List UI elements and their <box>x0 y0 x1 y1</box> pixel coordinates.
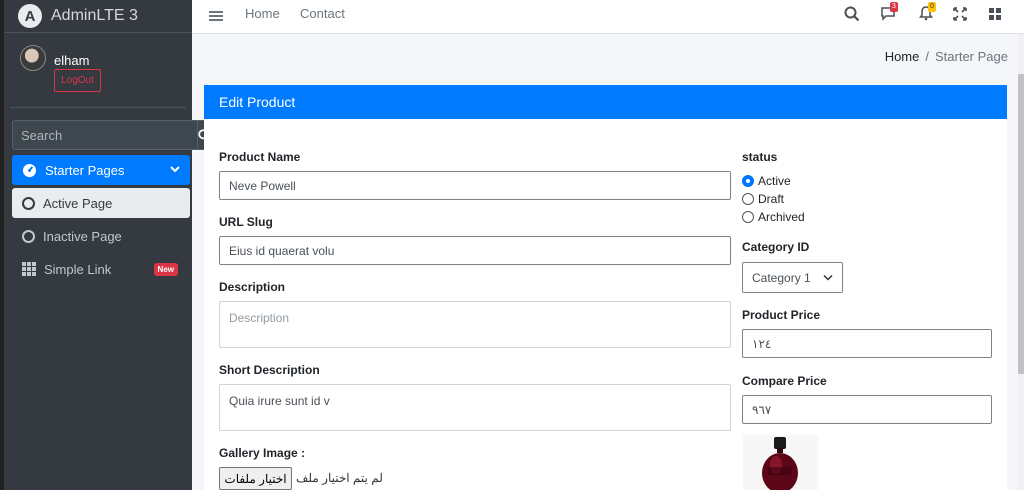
url-slug-input[interactable]: Eius id quaerat volu <box>219 236 731 265</box>
logout-button[interactable]: LogOut <box>54 69 101 92</box>
product-name-input[interactable]: Neve Powell <box>219 171 731 200</box>
user-name[interactable]: elham <box>54 53 89 68</box>
radio-label: Active <box>758 174 791 188</box>
category-select[interactable]: Category 1 <box>742 262 843 293</box>
compare-price-value: ٩٦٧ <box>752 402 772 417</box>
description-label: Description <box>219 280 286 294</box>
short-description-value: Quia irure sunt id v <box>229 394 330 408</box>
control-sidebar-icon[interactable] <box>986 5 1004 23</box>
choose-files-button[interactable]: اختيار ملفات <box>219 467 292 490</box>
breadcrumb-home[interactable]: Home <box>885 49 920 64</box>
product-name-value: Neve Powell <box>229 178 296 193</box>
sidebar-item-label: Active Page <box>43 195 113 211</box>
hamburger-menu-icon[interactable] <box>209 9 223 23</box>
chevron-down-icon <box>170 166 180 173</box>
circle-icon <box>22 196 35 210</box>
sidebar-item-label: Simple Link <box>44 261 112 277</box>
status-radio-archived[interactable]: Archived <box>742 210 805 224</box>
messages-badge: 3 <box>890 2 898 12</box>
product-name-label: Product Name <box>219 150 301 164</box>
brand-logo: A <box>18 4 42 28</box>
main-sidebar: A AdminLTE 3 elham LogOut Starter Pages … <box>0 0 212 490</box>
circle-icon <box>22 229 35 243</box>
category-id-label: Category ID <box>742 240 810 254</box>
sidebar-item-starter-pages[interactable]: Starter Pages <box>12 155 190 185</box>
search-icon[interactable] <box>843 5 861 23</box>
sidebar-item-label: Starter Pages <box>45 162 125 178</box>
breadcrumb: Home / Starter Page <box>885 49 1008 64</box>
top-navbar: Home Contact 3 0 <box>192 0 1024 34</box>
radio[interactable] <box>742 193 754 205</box>
nav-link-home[interactable]: Home <box>245 6 280 21</box>
sidebar-item-simple-link[interactable]: Simple Link New <box>12 254 190 284</box>
compare-price-input[interactable]: ٩٦٧ <box>742 395 992 424</box>
search-input[interactable] <box>12 120 197 150</box>
page-scrollbar[interactable] <box>1018 34 1024 490</box>
user-panel: elham LogOut <box>10 33 186 108</box>
notifications-dropdown[interactable]: 0 <box>918 2 936 23</box>
url-slug-label: URL Slug <box>219 215 273 229</box>
product-price-value: ١٢٤ <box>752 336 772 351</box>
breadcrumb-current: Starter Page <box>935 49 1008 64</box>
brand-name: AdminLTE 3 <box>51 7 138 24</box>
product-price-label: Product Price <box>742 308 821 322</box>
new-badge: New <box>153 263 178 276</box>
chevron-down-icon <box>823 274 833 281</box>
status-radio-draft[interactable]: Draft <box>742 192 784 206</box>
gallery-image-label: Gallery Image : <box>219 446 306 460</box>
brand-link[interactable]: A AdminLTE 3 <box>4 0 192 33</box>
dashboard-icon <box>22 163 37 177</box>
nav-link-contact[interactable]: Contact <box>300 6 345 21</box>
compare-price-label: Compare Price <box>742 374 827 388</box>
card-title: Edit Product <box>204 85 1007 119</box>
avatar <box>20 45 46 71</box>
sidebar-item-active-page[interactable]: Active Page <box>12 188 190 218</box>
product-price-input[interactable]: ١٢٤ <box>742 329 992 358</box>
radio[interactable] <box>742 211 754 223</box>
product-image <box>743 435 818 490</box>
scrollbar-thumb[interactable] <box>1018 74 1024 374</box>
sidebar-search <box>12 120 212 150</box>
sidebar-item-label: Inactive Page <box>43 228 122 244</box>
notifications-badge: 0 <box>928 2 936 12</box>
radio-checked[interactable] <box>742 175 754 187</box>
file-status-text: لم يتم اختيار ملف <box>296 471 383 485</box>
grid-icon <box>22 262 36 276</box>
status-label: status <box>742 150 778 164</box>
breadcrumb-separator: / <box>925 49 929 64</box>
radio-label: Archived <box>758 210 805 224</box>
description-textarea[interactable]: Description <box>219 301 731 348</box>
radio-label: Draft <box>758 192 785 206</box>
url-slug-value: Eius id quaerat volu <box>229 243 335 258</box>
description-placeholder: Description <box>229 311 290 325</box>
status-radio-active[interactable]: Active <box>742 174 791 188</box>
short-description-textarea[interactable]: Quia irure sunt id v <box>219 384 731 431</box>
short-description-label: Short Description <box>219 363 320 377</box>
sidebar-item-inactive-page[interactable]: Inactive Page <box>12 221 190 251</box>
messages-dropdown[interactable]: 3 <box>880 2 898 23</box>
category-selected-value: Category 1 <box>752 270 811 285</box>
fullscreen-icon[interactable] <box>951 5 969 23</box>
